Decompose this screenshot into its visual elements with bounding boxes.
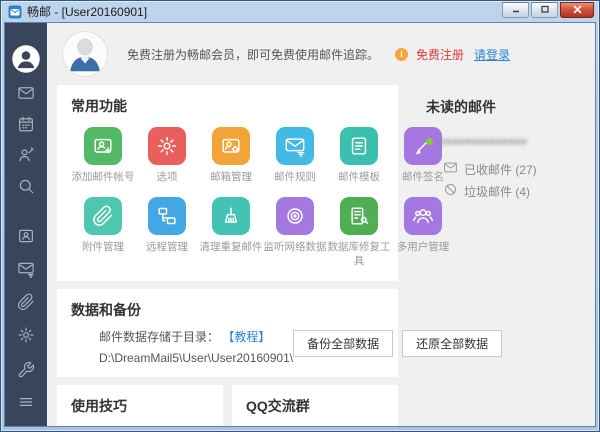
tile-template[interactable] — [340, 127, 378, 165]
common-functions-card: 常用功能 添加邮件帐号选项邮箱管理邮件规则邮件模板邮件签名附件管理远程管理清理重… — [57, 85, 398, 281]
tiles-grid: 添加邮件帐号选项邮箱管理邮件规则邮件模板邮件签名附件管理远程管理清理重复邮件监听… — [71, 127, 384, 269]
app-window: 畅邮 - [User20160901] — [0, 0, 600, 432]
unread-folder-row[interactable]: 已收邮件 (27) — [443, 158, 586, 180]
tutorial-link[interactable]: 【教程】 — [222, 330, 270, 344]
promo-message: 免费注册为畅邮会员，即可免费使用邮件追踪。 — [127, 46, 379, 63]
close-button[interactable] — [560, 2, 594, 18]
maximize-button[interactable] — [531, 2, 558, 18]
storage-path: D:\DreamMail5\User\User20160901\ — [99, 351, 293, 365]
tile-paperclip[interactable] — [84, 197, 122, 235]
folder-label: 垃圾邮件 (4) — [464, 183, 530, 200]
contact-card-icon[interactable] — [13, 224, 39, 248]
mail-filter-icon[interactable] — [13, 257, 39, 281]
common-functions-title: 常用功能 — [71, 96, 384, 116]
tile-label: 选项 — [135, 170, 199, 184]
tips-links: 邮件追踪使用教程访问论坛，获得更多使用技巧官方网站首页 — [89, 425, 209, 426]
attachments-icon[interactable] — [13, 290, 39, 314]
login-link[interactable]: 请登录 — [474, 46, 510, 63]
tile-add-account[interactable] — [84, 127, 122, 165]
qq-groups-title: QQ交流群 — [246, 396, 384, 416]
tile-db-repair[interactable] — [340, 197, 378, 235]
account-address-blurred: ●●●●●●●●●●●●●● — [439, 134, 526, 148]
tips-title: 使用技巧 — [71, 396, 209, 416]
data-backup-title: 数据和备份 — [71, 300, 384, 320]
calendar-icon[interactable] — [13, 112, 39, 136]
tile-label: 邮件模板 — [327, 170, 391, 184]
titlebar: 畅邮 - [User20160901] — [1, 1, 599, 22]
tile-radar[interactable] — [276, 197, 314, 235]
settings-icon[interactable] — [13, 323, 39, 347]
user-avatar-icon[interactable] — [11, 44, 41, 74]
tile-label: 邮件规则 — [263, 170, 327, 184]
storage-path-label: 邮件数据存储于目录： 【教程】 — [99, 328, 293, 345]
register-link[interactable]: 免费注册 — [416, 46, 464, 63]
tips-card: 使用技巧 邮件追踪使用教程访问论坛，获得更多使用技巧官方网站首页 — [57, 385, 223, 426]
tile-label: 远程管理 — [135, 240, 199, 254]
qq-group-item: 使用交流QQ群：275793692 — [249, 425, 384, 426]
unread-folder-row[interactable]: 垃圾邮件 (4) — [443, 180, 586, 202]
backup-all-button[interactable]: 备份全部数据 — [293, 330, 393, 357]
tile-label: 清理重复邮件 — [199, 240, 263, 254]
account-node[interactable]: ●●●●●●●●●●●●●● — [426, 134, 586, 148]
qq-items: 使用交流QQ群：275793692外贸行业交流群QQ群：850329367群发交… — [249, 425, 384, 426]
unread-panel: 未读的邮件 ●●●●●●●●●●●●●● 已收邮件 (27) 垃圾邮件 (4) — [426, 85, 586, 426]
tile-remote[interactable] — [148, 197, 186, 235]
storage-label: 邮件数据存储于目录： — [99, 330, 219, 344]
avatar — [62, 31, 108, 77]
tile-label: 邮箱管理 — [199, 170, 263, 184]
unread-folders: 已收邮件 (27) 垃圾邮件 (4) — [443, 158, 586, 202]
info-icon: i — [395, 48, 408, 61]
main-content: 免费注册为畅邮会员，即可免费使用邮件追踪。 i 免费注册 请登录 常用功能 添加… — [47, 23, 595, 426]
tile-gear[interactable] — [148, 127, 186, 165]
folder-label: 已收邮件 (27) — [464, 161, 537, 178]
mail-icon — [443, 160, 458, 178]
app-logo-icon — [8, 5, 22, 19]
tile-mailbox-manage[interactable] — [212, 127, 250, 165]
tile-mail-rules[interactable] — [276, 127, 314, 165]
window-title: 畅邮 - [User20160901] — [27, 3, 502, 20]
mail-icon[interactable] — [13, 81, 39, 105]
tip-link[interactable]: 邮件追踪使用教程 — [89, 425, 209, 426]
tile-label: 附件管理 — [71, 240, 135, 254]
account-header: 免费注册为畅邮会员，即可免费使用邮件追踪。 i 免费注册 请登录 — [57, 23, 595, 85]
unread-title: 未读的邮件 — [426, 97, 586, 117]
qq-groups-card: QQ交流群 使用交流QQ群：275793692外贸行业交流群QQ群：850329… — [232, 385, 398, 426]
online-status-dot — [426, 138, 433, 145]
tile-label: 数据库修复工具 — [327, 240, 391, 268]
sidebar — [5, 23, 47, 426]
contacts-icon[interactable] — [13, 143, 39, 167]
tile-broom[interactable] — [212, 197, 250, 235]
data-backup-card: 数据和备份 邮件数据存储于目录： 【教程】 D:\DreamMail5\User… — [57, 289, 398, 377]
tools-icon[interactable] — [13, 358, 39, 382]
tile-label: 添加邮件帐号 — [71, 170, 135, 184]
minimize-button[interactable] — [502, 2, 529, 18]
search-icon[interactable] — [13, 174, 39, 198]
block-icon — [443, 182, 458, 200]
menu-icon[interactable] — [13, 390, 39, 414]
tile-label: 监听网络数据 — [263, 240, 327, 254]
